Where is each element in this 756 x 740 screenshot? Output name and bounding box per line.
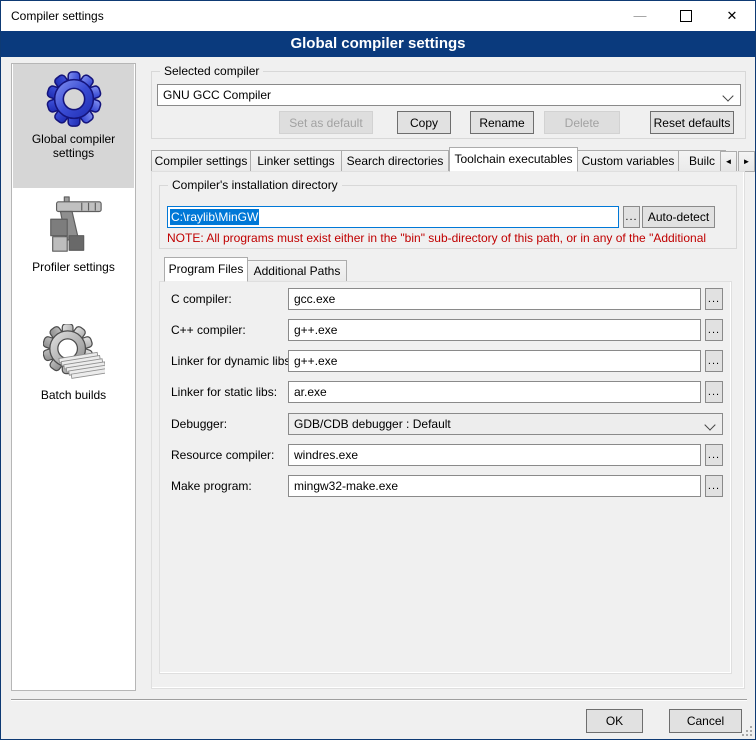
tab-custom-variables[interactable]: Custom variables bbox=[578, 150, 679, 172]
auto-detect-button[interactable]: Auto-detect bbox=[642, 206, 715, 228]
delete-button[interactable]: Delete bbox=[544, 111, 620, 134]
compiler-settings-dialog: Compiler settings — ✕ Global compiler se… bbox=[0, 0, 756, 740]
installation-directory-group-label: Compiler's installation directory bbox=[168, 178, 342, 193]
sidebar-item-label: Batch builds bbox=[13, 388, 134, 408]
copy-button[interactable]: Copy bbox=[397, 111, 451, 134]
tab-linker-settings[interactable]: Linker settings bbox=[251, 150, 342, 172]
browse-resource-compiler-button[interactable]: ... bbox=[705, 444, 723, 466]
compiler-select[interactable]: GNU GCC Compiler bbox=[157, 84, 741, 106]
sidebar-item-label: Global compiler settings bbox=[13, 132, 134, 166]
tab-search-directories[interactable]: Search directories bbox=[342, 150, 449, 172]
dialog-header: Global compiler settings bbox=[1, 31, 755, 57]
field-label: C compiler: bbox=[171, 288, 232, 310]
input-resource-compiler[interactable]: windres.exe bbox=[288, 444, 701, 466]
program-files-tabs: Program Files Additional Paths bbox=[164, 259, 347, 282]
sidebar-item-profiler-settings[interactable]: Profiler settings bbox=[13, 192, 134, 300]
gear-stack-icon bbox=[43, 324, 105, 386]
browse-make-program-button[interactable]: ... bbox=[705, 475, 723, 497]
tab-additional-paths[interactable]: Additional Paths bbox=[248, 260, 347, 282]
tab-build-options[interactable]: Builc bbox=[679, 150, 726, 172]
footer-divider bbox=[11, 699, 747, 701]
window-controls: — ✕ bbox=[617, 1, 755, 31]
browse-directory-button[interactable]: ... bbox=[623, 206, 640, 228]
reset-defaults-button[interactable]: Reset defaults bbox=[650, 111, 734, 134]
selected-compiler-group-label: Selected compiler bbox=[160, 64, 263, 79]
browse-c-compiler-button[interactable]: ... bbox=[705, 288, 723, 310]
caliper-icon bbox=[43, 196, 105, 258]
minimize-icon: — bbox=[634, 11, 647, 21]
maximize-icon bbox=[680, 10, 692, 22]
arrow-right-icon: ► bbox=[743, 157, 751, 166]
cancel-button[interactable]: Cancel bbox=[669, 709, 742, 733]
field-label: Debugger: bbox=[171, 413, 227, 435]
sidebar-item-label: Profiler settings bbox=[13, 260, 134, 280]
close-icon: ✕ bbox=[727, 8, 738, 24]
sidebar-item-batch-builds[interactable]: Batch builds bbox=[13, 320, 134, 430]
settings-category-list: Global compiler settings Profiler settin… bbox=[11, 63, 136, 691]
field-label: Linker for dynamic libs: bbox=[171, 350, 294, 372]
gear-blue-icon bbox=[43, 68, 105, 130]
window-title: Compiler settings bbox=[11, 1, 104, 31]
arrow-left-icon: ◄ bbox=[725, 157, 733, 166]
tab-program-files[interactable]: Program Files bbox=[164, 257, 248, 282]
chevron-down-icon bbox=[722, 90, 733, 101]
field-label: Resource compiler: bbox=[171, 444, 274, 466]
browse-linker-dynamic-button[interactable]: ... bbox=[705, 350, 723, 372]
browse-cpp-compiler-button[interactable]: ... bbox=[705, 319, 723, 341]
ok-button[interactable]: OK bbox=[586, 709, 643, 733]
field-label: Linker for static libs: bbox=[171, 381, 277, 403]
rename-button[interactable]: Rename bbox=[470, 111, 534, 134]
selected-path-text: C:\raylib\MinGW bbox=[170, 209, 259, 225]
input-linker-dynamic[interactable]: g++.exe bbox=[288, 350, 701, 372]
input-c-compiler[interactable]: gcc.exe bbox=[288, 288, 701, 310]
title-bar: Compiler settings — ✕ bbox=[1, 1, 755, 31]
compiler-select-value: GNU GCC Compiler bbox=[163, 88, 271, 102]
debugger-select-value: GDB/CDB debugger : Default bbox=[294, 417, 451, 431]
tab-compiler-settings[interactable]: Compiler settings bbox=[151, 150, 251, 172]
field-label: C++ compiler: bbox=[171, 319, 246, 341]
chevron-down-icon bbox=[704, 419, 715, 430]
tab-toolchain-executables[interactable]: Toolchain executables bbox=[449, 147, 578, 172]
set-as-default-button[interactable]: Set as default bbox=[279, 111, 373, 134]
field-label: Make program: bbox=[171, 475, 252, 497]
compiler-tabs: Compiler settings Linker settings Search… bbox=[151, 149, 726, 172]
input-linker-static[interactable]: ar.exe bbox=[288, 381, 701, 403]
select-debugger[interactable]: GDB/CDB debugger : Default bbox=[288, 413, 723, 435]
installation-directory-input[interactable]: C:\raylib\MinGW bbox=[167, 206, 619, 228]
close-button[interactable]: ✕ bbox=[709, 1, 755, 31]
tab-scroll-right-button[interactable]: ► bbox=[738, 151, 755, 172]
sidebar-item-global-compiler-settings[interactable]: Global compiler settings bbox=[13, 64, 134, 188]
resize-grip[interactable] bbox=[742, 726, 752, 736]
browse-linker-static-button[interactable]: ... bbox=[705, 381, 723, 403]
maximize-button[interactable] bbox=[663, 1, 709, 31]
input-make-program[interactable]: mingw32-make.exe bbox=[288, 475, 701, 497]
tab-scroll-left-button[interactable]: ◄ bbox=[720, 151, 737, 172]
input-cpp-compiler[interactable]: g++.exe bbox=[288, 319, 701, 341]
minimize-button[interactable]: — bbox=[617, 1, 663, 31]
bin-subdirectory-note: NOTE: All programs must exist either in … bbox=[167, 231, 733, 246]
